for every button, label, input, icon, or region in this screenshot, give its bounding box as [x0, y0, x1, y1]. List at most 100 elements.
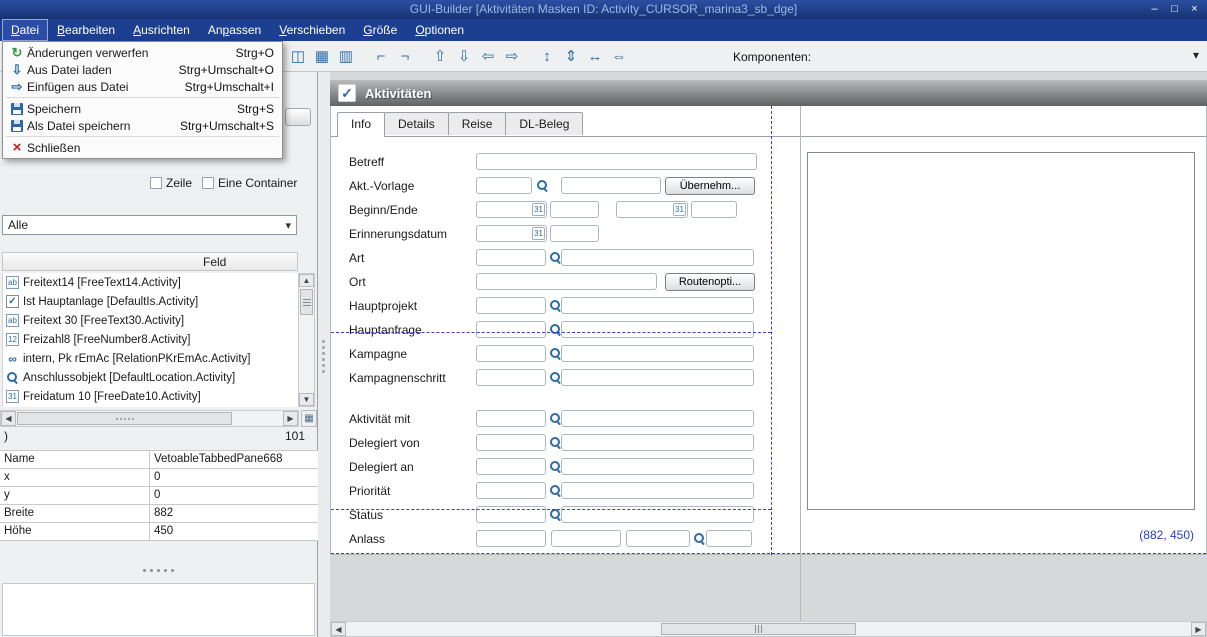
- align-corner-right-icon[interactable]: ¬: [393, 44, 417, 68]
- grid-view-button[interactable]: ▦: [301, 410, 317, 427]
- form-text-input[interactable]: [476, 297, 546, 314]
- tab-details[interactable]: Details: [384, 112, 449, 135]
- empty-subpanel[interactable]: [807, 152, 1195, 510]
- menu-optionen[interactable]: Optionen: [406, 19, 473, 41]
- drag-handle-dots[interactable]: [0, 569, 317, 572]
- menu-verschieben[interactable]: Verschieben: [270, 19, 354, 41]
- tab-reise[interactable]: Reise: [448, 112, 507, 135]
- form-text-input[interactable]: [476, 369, 546, 386]
- canvas-horizontal-scrollbar[interactable]: ◀ ▶: [330, 621, 1207, 637]
- search-icon[interactable]: [536, 179, 549, 192]
- form-text-input[interactable]: [626, 530, 690, 547]
- menu-item-einfügen-aus-datei[interactable]: ⇨Einfügen aus DateiStrg+Umschalt+I: [3, 78, 282, 95]
- move-right-icon[interactable]: ⇨: [500, 44, 524, 68]
- table-grid-icon[interactable]: ▦: [310, 44, 334, 68]
- form-text-input[interactable]: [561, 321, 754, 338]
- calendar-button[interactable]: 31: [532, 203, 545, 216]
- field-column-header[interactable]: Feld: [2, 252, 298, 271]
- scroll-left-button[interactable]: ◀: [331, 622, 346, 636]
- form-text-input[interactable]: [561, 434, 754, 451]
- routenopti-button[interactable]: Routenopti...: [665, 273, 755, 291]
- form-text-input[interactable]: [476, 321, 546, 338]
- form-text-input[interactable]: [476, 482, 546, 499]
- table-columns-icon[interactable]: ▥: [334, 44, 358, 68]
- layout-option-zeile[interactable]: Zeile: [150, 176, 192, 190]
- resize-width-icon[interactable]: ↔: [583, 44, 607, 68]
- form-text-input[interactable]: [476, 273, 657, 290]
- form-text-input[interactable]: [476, 530, 546, 547]
- menu-item-speichern[interactable]: SpeichernStrg+S: [3, 100, 282, 117]
- components-chevron-down-icon[interactable]: ▾: [1193, 48, 1199, 62]
- move-left-icon[interactable]: ⇦: [476, 44, 500, 68]
- calendar-button[interactable]: 31: [532, 227, 545, 240]
- align-corner-left-icon[interactable]: ⌐: [369, 44, 393, 68]
- form-text-input[interactable]: [561, 482, 754, 499]
- field-list-item[interactable]: abFreitext14 [FreeText14.Activity]: [3, 273, 298, 292]
- date-input[interactable]: 31: [476, 201, 547, 218]
- scroll-right-button[interactable]: ▶: [283, 411, 298, 426]
- form-text-input[interactable]: [476, 458, 546, 475]
- field-list-horizontal-scrollbar[interactable]: ◀ ▶: [0, 410, 299, 427]
- form-text-input[interactable]: [476, 177, 532, 194]
- menu-item-änderungen-verwerfen[interactable]: ↻Änderungen verwerfenStrg+O: [3, 44, 282, 61]
- calendar-button[interactable]: 31: [673, 203, 686, 216]
- menu-anpassen[interactable]: Anpassen: [199, 19, 270, 41]
- scrollbar-track[interactable]: [16, 411, 283, 426]
- form-text-input[interactable]: [561, 369, 754, 386]
- move-up-icon[interactable]: ⇧: [428, 44, 452, 68]
- scrollbar-thumb[interactable]: [300, 289, 313, 315]
- scrollbar-thumb[interactable]: [17, 412, 232, 425]
- menu-bearbeiten[interactable]: Bearbeiten: [48, 19, 124, 41]
- form-text-input[interactable]: [550, 225, 599, 242]
- form-text-input[interactable]: [476, 410, 546, 427]
- distribute-vertical-icon[interactable]: ⇕: [559, 44, 583, 68]
- scroll-down-button[interactable]: ▼: [299, 393, 314, 406]
- field-list-item[interactable]: Anschlussobjekt [DefaultLocation.Activit…: [3, 368, 298, 387]
- field-list-item[interactable]: ∞intern, Pk rEmAc [RelationPKrEmAc.Activ…: [3, 349, 298, 368]
- form-text-input[interactable]: [561, 177, 661, 194]
- property-row[interactable]: y0: [0, 487, 318, 505]
- menu-item-als-datei-speichern[interactable]: Als Datei speichernStrg+Umschalt+S: [3, 117, 282, 134]
- scroll-left-button[interactable]: ◀: [1, 411, 16, 426]
- form-text-input[interactable]: [476, 434, 546, 451]
- date-input[interactable]: 31: [476, 225, 547, 242]
- layout-option-eine-container[interactable]: Eine Container: [202, 176, 297, 190]
- property-row[interactable]: Höhe450: [0, 523, 318, 541]
- field-list-item[interactable]: ✓Ist Hauptanlage [DefaultIs.Activity]: [3, 292, 298, 311]
- field-list-item[interactable]: abFreitext 30 [FreeText30.Activity]: [3, 311, 298, 330]
- übernehm-button[interactable]: Übernehm...: [665, 177, 755, 195]
- form-text-input[interactable]: [550, 201, 599, 218]
- form-text-input[interactable]: [561, 410, 754, 427]
- move-down-icon[interactable]: ⇩: [452, 44, 476, 68]
- date-input[interactable]: 31: [616, 201, 688, 218]
- menu-größe[interactable]: Größe: [354, 19, 406, 41]
- menu-item-aus-datei-laden[interactable]: ⇩Aus Datei ladenStrg+Umschalt+O: [3, 61, 282, 78]
- maximize-button[interactable]: □: [1166, 2, 1183, 17]
- field-list-item[interactable]: 31Freidatum 10 [FreeDate10.Activity]: [3, 387, 298, 406]
- minimize-button[interactable]: –: [1146, 2, 1163, 17]
- form-text-input[interactable]: [706, 530, 752, 547]
- form-text-input[interactable]: [561, 458, 754, 475]
- tab-info[interactable]: Info: [337, 112, 385, 137]
- menu-item-schließen[interactable]: ×Schließen: [3, 139, 282, 156]
- distribute-horizontal-icon[interactable]: ⇔: [607, 44, 631, 68]
- form-text-input[interactable]: [476, 249, 546, 266]
- split-panel-icon[interactable]: ◫: [286, 44, 310, 68]
- form-text-input[interactable]: [476, 153, 757, 170]
- property-row[interactable]: Breite882: [0, 505, 318, 523]
- field-list-item[interactable]: 12Freizahl8 [FreeNumber8.Activity]: [3, 330, 298, 349]
- menu-datei[interactable]: Datei: [2, 19, 48, 41]
- property-row[interactable]: x0: [0, 469, 318, 487]
- panel-mini-button[interactable]: [285, 108, 311, 126]
- resize-height-icon[interactable]: ↕: [535, 44, 559, 68]
- form-text-input[interactable]: [551, 530, 621, 547]
- form-text-input[interactable]: [691, 201, 737, 218]
- form-text-input[interactable]: [561, 297, 754, 314]
- form-text-input[interactable]: [561, 345, 754, 362]
- tab-dl-beleg[interactable]: DL-Beleg: [505, 112, 583, 135]
- panel-splitter[interactable]: [318, 72, 330, 637]
- form-text-input[interactable]: [561, 249, 754, 266]
- property-row[interactable]: NameVetoableTabbedPane668: [0, 451, 318, 469]
- field-list-vertical-scrollbar[interactable]: ▲ ▼: [298, 273, 315, 407]
- form-text-input[interactable]: [476, 345, 546, 362]
